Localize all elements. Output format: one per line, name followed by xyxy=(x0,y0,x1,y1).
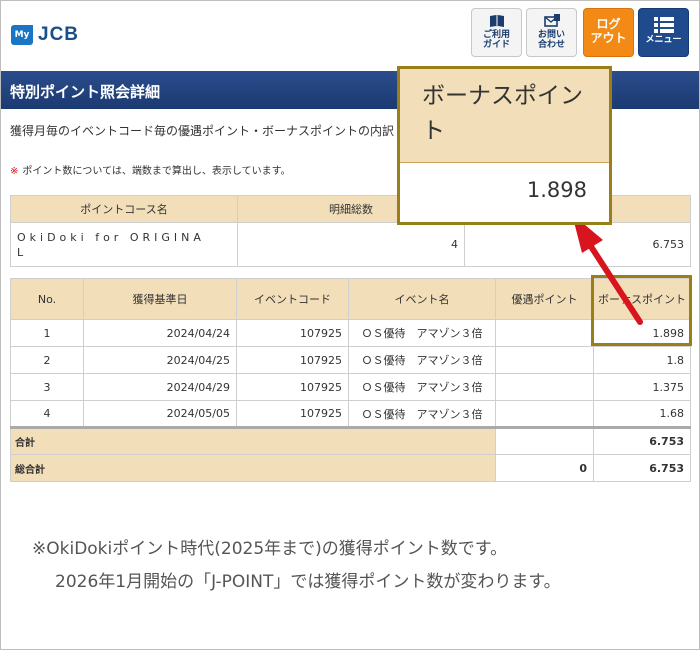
row-event-name: ＯＳ優待 アマゾン３倍 xyxy=(348,400,496,428)
contact-button[interactable]: お問い 合わせ xyxy=(526,8,577,57)
logout-label-line2: アウト xyxy=(590,31,627,45)
header-date: 獲得基準日 xyxy=(83,278,237,320)
note-text: ポイント数については、端数まで算出し、表示しています。 xyxy=(22,166,291,177)
row-date: 2024/04/29 xyxy=(83,373,237,401)
detail-header-row: No. 獲得基準日 イベントコード イベント名 優遇ポイント ボーナスポイント xyxy=(10,278,691,320)
row-no: 1 xyxy=(10,319,84,347)
subtotal-row: 合計 6.753 xyxy=(10,426,691,455)
table-row: 4 2024/05/05 107925 ＯＳ優待 アマゾン３倍 1.68 xyxy=(10,400,691,428)
header-preferred-points: 優遇ポイント xyxy=(495,278,594,320)
subtotal-preferred xyxy=(495,426,594,455)
note: ※ ポイント数については、端数まで算出し、表示しています。 xyxy=(10,162,291,177)
subtotal-bonus: 6.753 xyxy=(593,426,691,455)
subtotal-label: 合計 xyxy=(10,426,496,455)
callout-title: ボーナスポイント xyxy=(400,69,609,163)
book-icon xyxy=(489,15,504,27)
row-event-name: ＯＳ優待 アマゾン３倍 xyxy=(348,373,496,401)
header-event-name: イベント名 xyxy=(348,278,496,320)
summary-count: 4 xyxy=(237,222,465,267)
row-date: 2024/04/24 xyxy=(83,319,237,347)
row-bonus-points: 1.8 xyxy=(593,346,691,374)
hamburger-icon xyxy=(653,17,674,33)
header-event-code: イベントコード xyxy=(236,278,349,320)
guide-button[interactable]: ご利用 ガイド xyxy=(471,8,522,57)
summary-row: OkiDoki for ORIGINA L 4 6.753 xyxy=(10,222,691,267)
course-name-line1: OkiDoki for ORIGINA xyxy=(17,230,205,244)
contact-label-line1: お問い xyxy=(537,30,565,40)
summary-points: 6.753 xyxy=(464,222,691,267)
row-no: 4 xyxy=(10,400,84,428)
row-event-code: 107925 xyxy=(236,373,349,401)
grand-total-bonus: 6.753 xyxy=(593,454,691,482)
summary-header-course: ポイントコース名 xyxy=(10,195,238,223)
row-event-name: ＯＳ優待 アマゾン３倍 xyxy=(348,346,496,374)
footer-note-line1: ※OkiDokiポイント時代(2025年まで)の獲得ポイント数です。 xyxy=(32,539,508,559)
bonus-highlight-box xyxy=(591,275,692,346)
grand-total-label: 総合計 xyxy=(10,454,496,482)
row-date: 2024/05/05 xyxy=(83,400,237,428)
table-row: 1 2024/04/24 107925 ＯＳ優待 アマゾン３倍 1.898 xyxy=(10,319,691,347)
logo-brand: JCB xyxy=(38,24,80,45)
contact-label-line2: 合わせ xyxy=(537,40,565,50)
course-name-line2: L xyxy=(17,245,28,259)
menu-label: メニュー xyxy=(645,35,682,45)
row-event-code: 107925 xyxy=(236,400,349,428)
bonus-callout: ボーナスポイント 1.898 xyxy=(397,66,612,225)
grand-total-preferred: 0 xyxy=(495,454,594,482)
note-mark: ※ xyxy=(10,166,19,177)
row-preferred-points xyxy=(495,400,594,428)
row-no: 2 xyxy=(10,346,84,374)
row-event-name: ＯＳ優待 アマゾン３倍 xyxy=(348,319,496,347)
row-preferred-points xyxy=(495,373,594,401)
menu-button[interactable]: メニュー xyxy=(638,8,689,57)
row-preferred-points xyxy=(495,319,594,347)
myjcb-logo[interactable]: My JCB xyxy=(11,24,79,46)
page-description: 獲得月毎のイベントコード毎の優遇ポイント・ボーナスポイントの内訳 xyxy=(10,124,395,138)
table-row: 2 2024/04/25 107925 ＯＳ優待 アマゾン３倍 1.8 xyxy=(10,346,691,374)
logout-label-line1: ログ xyxy=(596,17,621,31)
footer-note-line2: 2026年1月開始の「J-POINT」では獲得ポイント数が変わります。 xyxy=(55,572,561,592)
summary-course-name: OkiDoki for ORIGINA L xyxy=(10,222,238,267)
guide-label-line2: ガイド xyxy=(482,40,510,50)
guide-label-line1: ご利用 xyxy=(482,30,510,40)
row-bonus-points: 1.375 xyxy=(593,373,691,401)
row-no: 3 xyxy=(10,373,84,401)
row-event-code: 107925 xyxy=(236,346,349,374)
row-date: 2024/04/25 xyxy=(83,346,237,374)
table-row: 3 2024/04/29 107925 ＯＳ優待 アマゾン３倍 1.375 xyxy=(10,373,691,401)
logout-button[interactable]: ログ アウト xyxy=(583,8,634,57)
detail-table: No. 獲得基準日 イベントコード イベント名 優遇ポイント ボーナスポイント … xyxy=(10,278,691,482)
mail-icon xyxy=(543,14,560,27)
row-event-code: 107925 xyxy=(236,319,349,347)
page-title: 特別ポイント照会詳細 xyxy=(10,83,161,101)
logo-my-badge: My xyxy=(11,25,33,45)
row-bonus-points: 1.68 xyxy=(593,400,691,428)
header-no: No. xyxy=(10,278,84,320)
callout-value: 1.898 xyxy=(526,178,587,202)
row-preferred-points xyxy=(495,346,594,374)
grand-total-row: 総合計 0 6.753 xyxy=(10,454,691,482)
